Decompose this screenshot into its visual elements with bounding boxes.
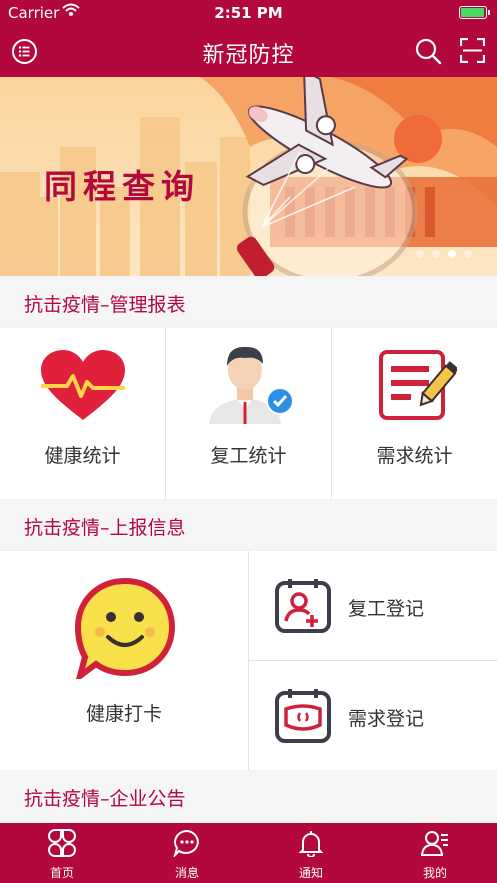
section-title-management: 抗击疫情–管理报表 xyxy=(24,294,186,316)
app-screen: Carrier 2:51 PM 新冠防控 同程查询 抗击疫情–管理报表 健康统计… xyxy=(0,0,497,883)
tile-label: 健康统计 xyxy=(44,445,121,467)
tile-work-resume-stats[interactable]: 复工统计 xyxy=(166,328,331,499)
home-grid-icon xyxy=(48,829,76,857)
tab-notifications[interactable]: 通知 xyxy=(249,823,373,883)
nav-bar: 新冠防控 xyxy=(0,26,497,77)
banner-pagination xyxy=(416,250,476,260)
tile-demand-stats[interactable]: 需求统计 xyxy=(332,328,497,499)
tile-label: 需求统计 xyxy=(376,445,453,467)
tab-label: 消息 xyxy=(174,866,199,880)
tab-profile[interactable]: 我的 xyxy=(373,823,497,883)
tab-label: 首页 xyxy=(49,866,74,880)
add-person-calendar-icon xyxy=(275,579,331,633)
status-time: 2:51 PM xyxy=(214,4,283,22)
tab-bar: 首页 消息 通知 我的 xyxy=(0,823,497,883)
bell-icon xyxy=(298,831,324,857)
row-work-resume-register[interactable]: 复工登记 xyxy=(249,551,497,660)
pagination-dot[interactable] xyxy=(416,250,424,258)
smiley-icon xyxy=(74,577,176,679)
mask-calendar-icon xyxy=(275,689,331,743)
section-title-report: 抗击疫情–上报信息 xyxy=(24,517,186,539)
section-title-notice: 抗击疫情–企业公告 xyxy=(24,788,186,810)
row-label: 需求登记 xyxy=(348,708,425,730)
chat-icon xyxy=(173,829,199,857)
section-header-notice: 抗击疫情–企业公告 xyxy=(0,771,497,823)
report-grid: 健康打卡 复工登记 需求登记 xyxy=(0,551,497,770)
pagination-dot-active[interactable] xyxy=(448,250,456,258)
tile-health-checkin[interactable]: 健康打卡 xyxy=(0,551,248,770)
tile-health-stats[interactable]: 健康统计 xyxy=(0,328,165,499)
tile-label: 复工统计 xyxy=(210,445,287,467)
row-label: 复工登记 xyxy=(348,598,425,620)
management-grid: 健康统计 复工统计 需求统计 xyxy=(0,328,497,499)
tile-label: 健康打卡 xyxy=(85,703,162,725)
promo-banner[interactable]: 同程查询 xyxy=(0,77,497,276)
edit-document-icon xyxy=(379,350,457,420)
tab-messages[interactable]: 消息 xyxy=(125,823,249,883)
row-demand-register[interactable]: 需求登记 xyxy=(249,661,497,770)
top-bar: Carrier 2:51 PM 新冠防控 xyxy=(0,0,497,77)
tab-label: 通知 xyxy=(298,866,323,880)
banner-title: 同程查询 xyxy=(44,167,200,206)
search-icon[interactable] xyxy=(414,37,442,65)
profile-icon xyxy=(421,831,448,856)
worker-icon xyxy=(209,346,294,424)
battery-icon xyxy=(459,6,490,19)
section-header-report: 抗击疫情–上报信息 xyxy=(0,500,497,550)
heartbeat-icon xyxy=(41,350,125,420)
scan-icon[interactable] xyxy=(460,38,485,63)
pagination-dot[interactable] xyxy=(464,250,472,258)
tab-label: 我的 xyxy=(422,866,447,880)
section-header-management: 抗击疫情–管理报表 xyxy=(0,277,497,327)
status-bar: Carrier 2:51 PM xyxy=(0,0,497,26)
tab-home[interactable]: 首页 xyxy=(0,823,124,883)
pagination-dot[interactable] xyxy=(432,250,440,258)
